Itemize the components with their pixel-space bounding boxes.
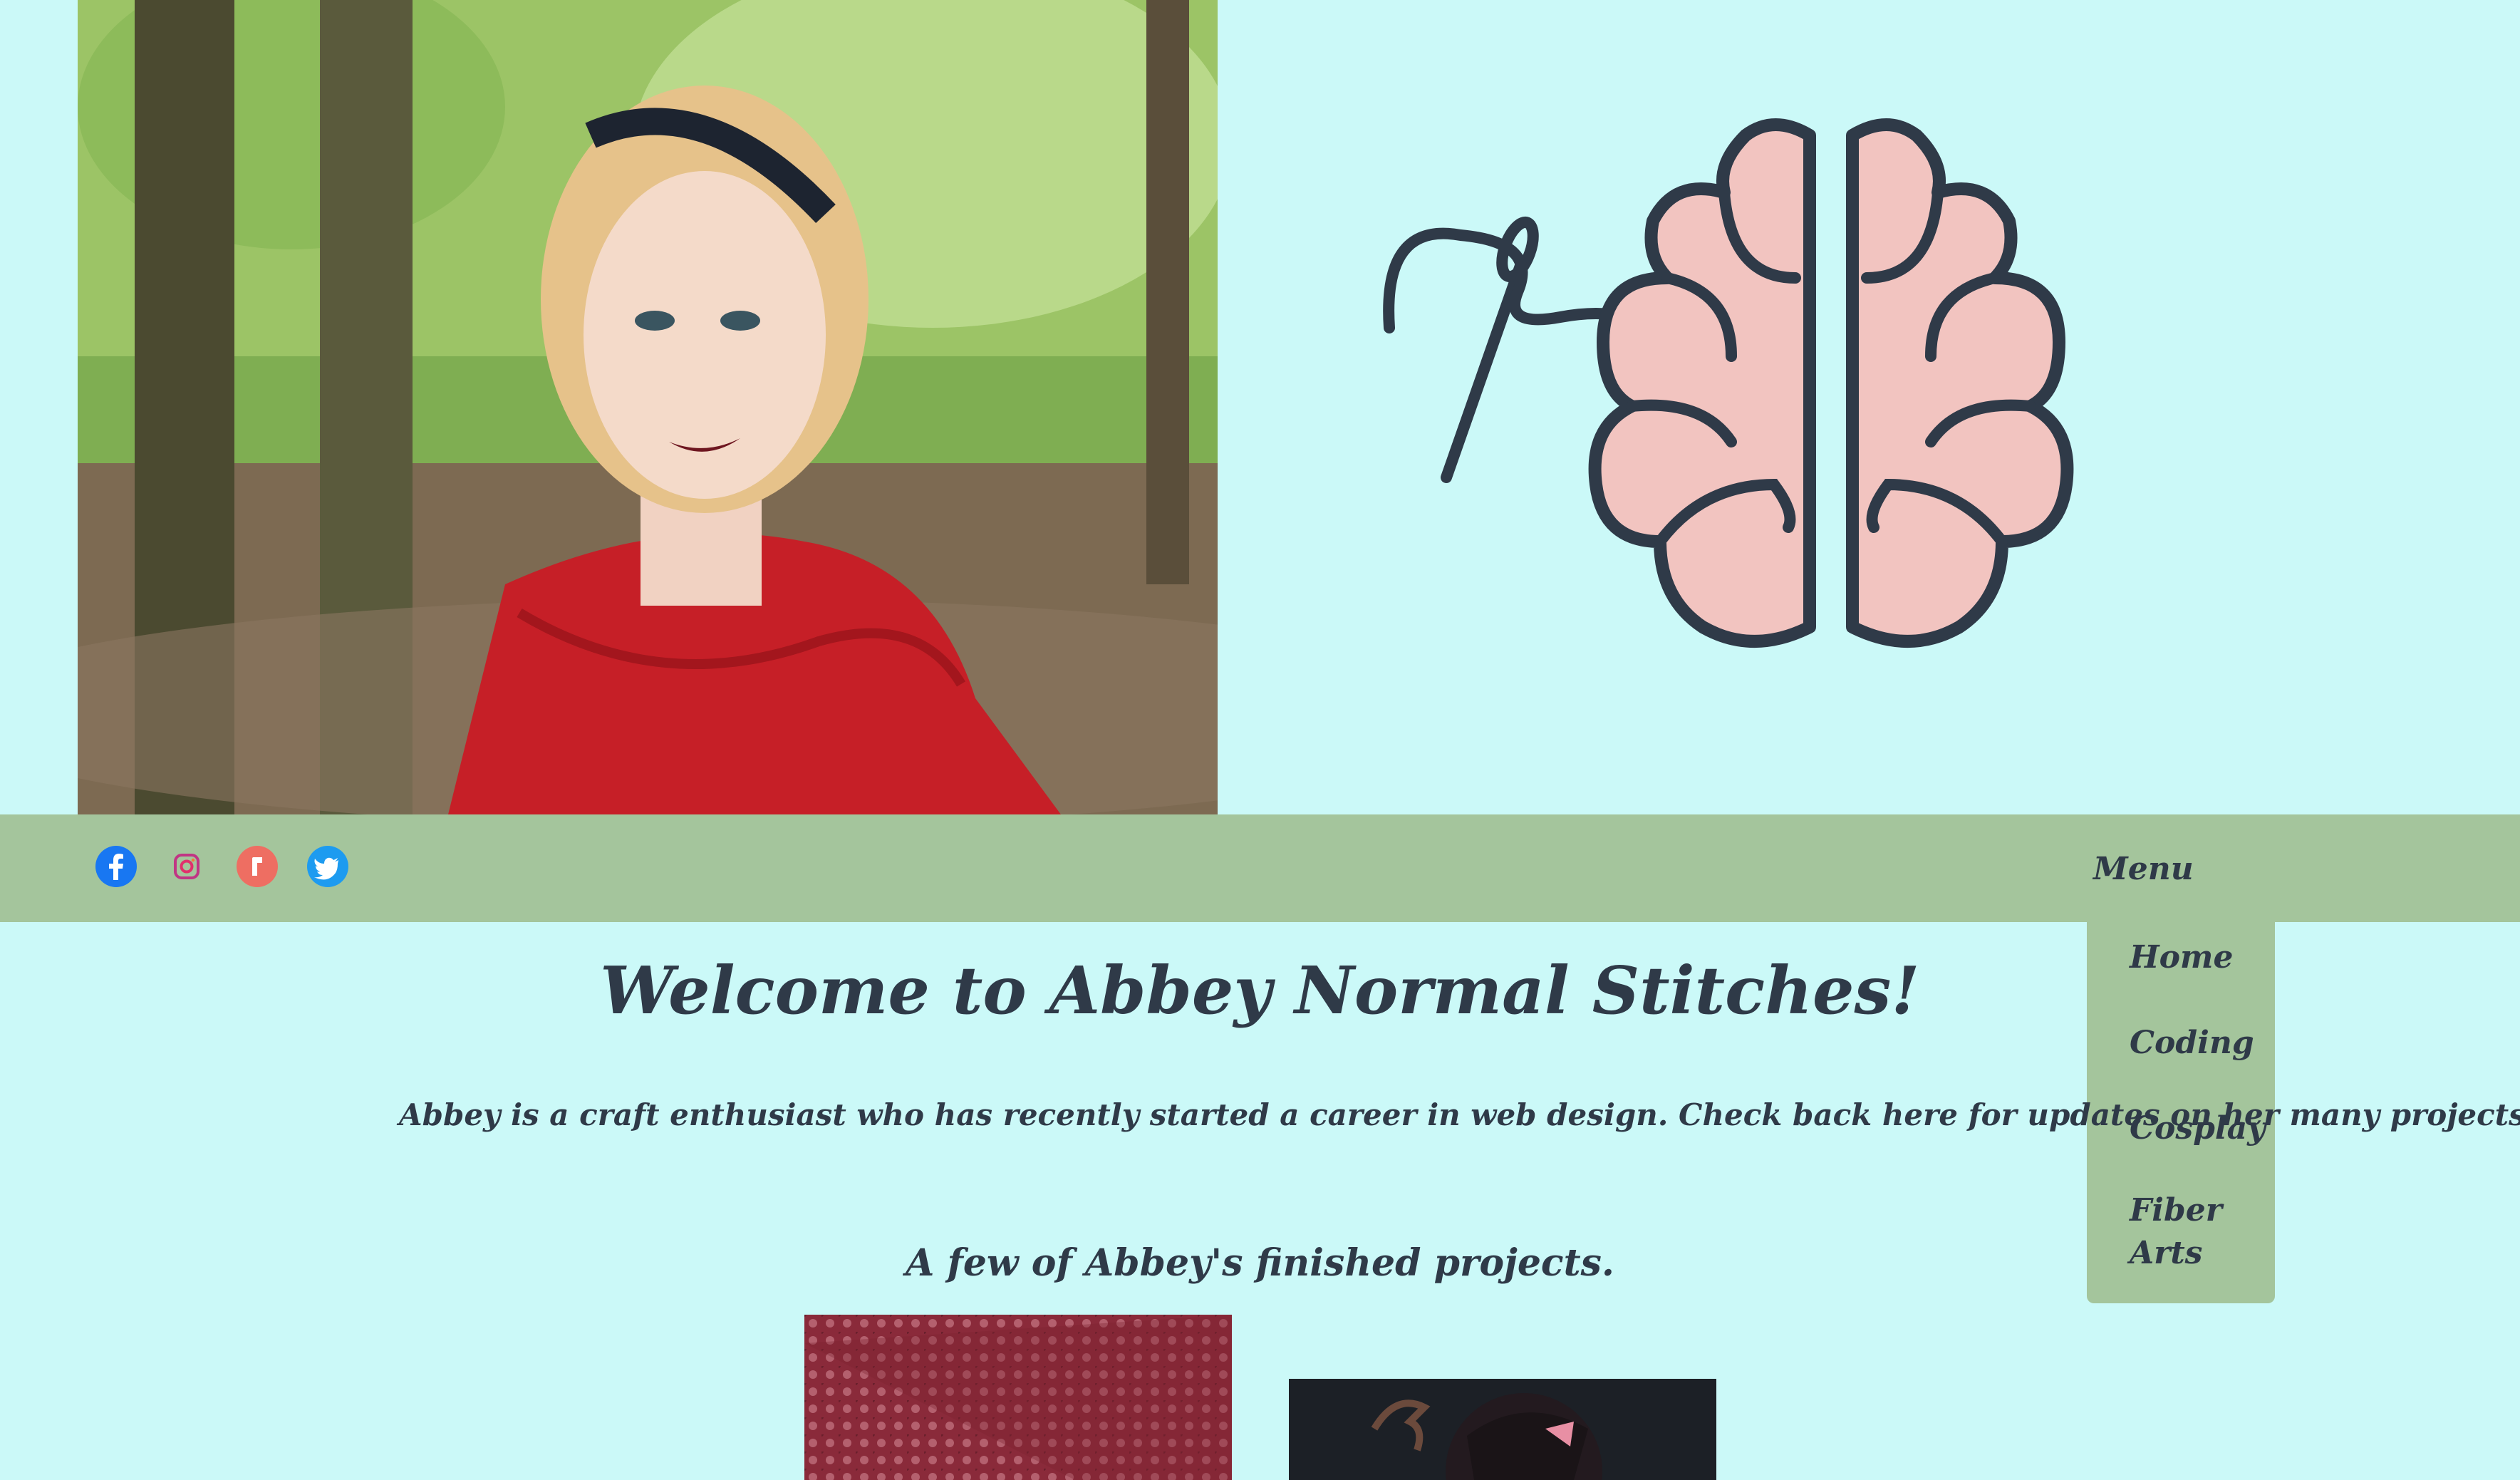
portrait-image xyxy=(78,0,1218,814)
ravelry-icon[interactable] xyxy=(235,844,279,889)
twitter-icon[interactable] xyxy=(306,844,350,889)
page: Menu Home Coding Cosplay Fiber Arts Welc… xyxy=(0,0,2520,1480)
facebook-icon[interactable] xyxy=(94,844,138,889)
site-logo xyxy=(1375,114,2202,705)
intro-text: Abbey is a craft enthusiast who has rece… xyxy=(399,1097,2520,1132)
projects-heading: A few of Abbey's finished projects. xyxy=(906,1241,1614,1285)
project-thumbnail-cosplay[interactable] xyxy=(1289,1379,1716,1480)
hero-photo xyxy=(78,0,1218,814)
menu-toggle-button[interactable]: Menu xyxy=(2093,844,2194,894)
project-thumbnail-lace[interactable] xyxy=(804,1315,1232,1480)
instagram-icon[interactable] xyxy=(165,844,209,889)
brain-needle-icon xyxy=(1383,118,2074,648)
page-title: Welcome to Abbey Normal Stitches! xyxy=(600,952,1920,1029)
